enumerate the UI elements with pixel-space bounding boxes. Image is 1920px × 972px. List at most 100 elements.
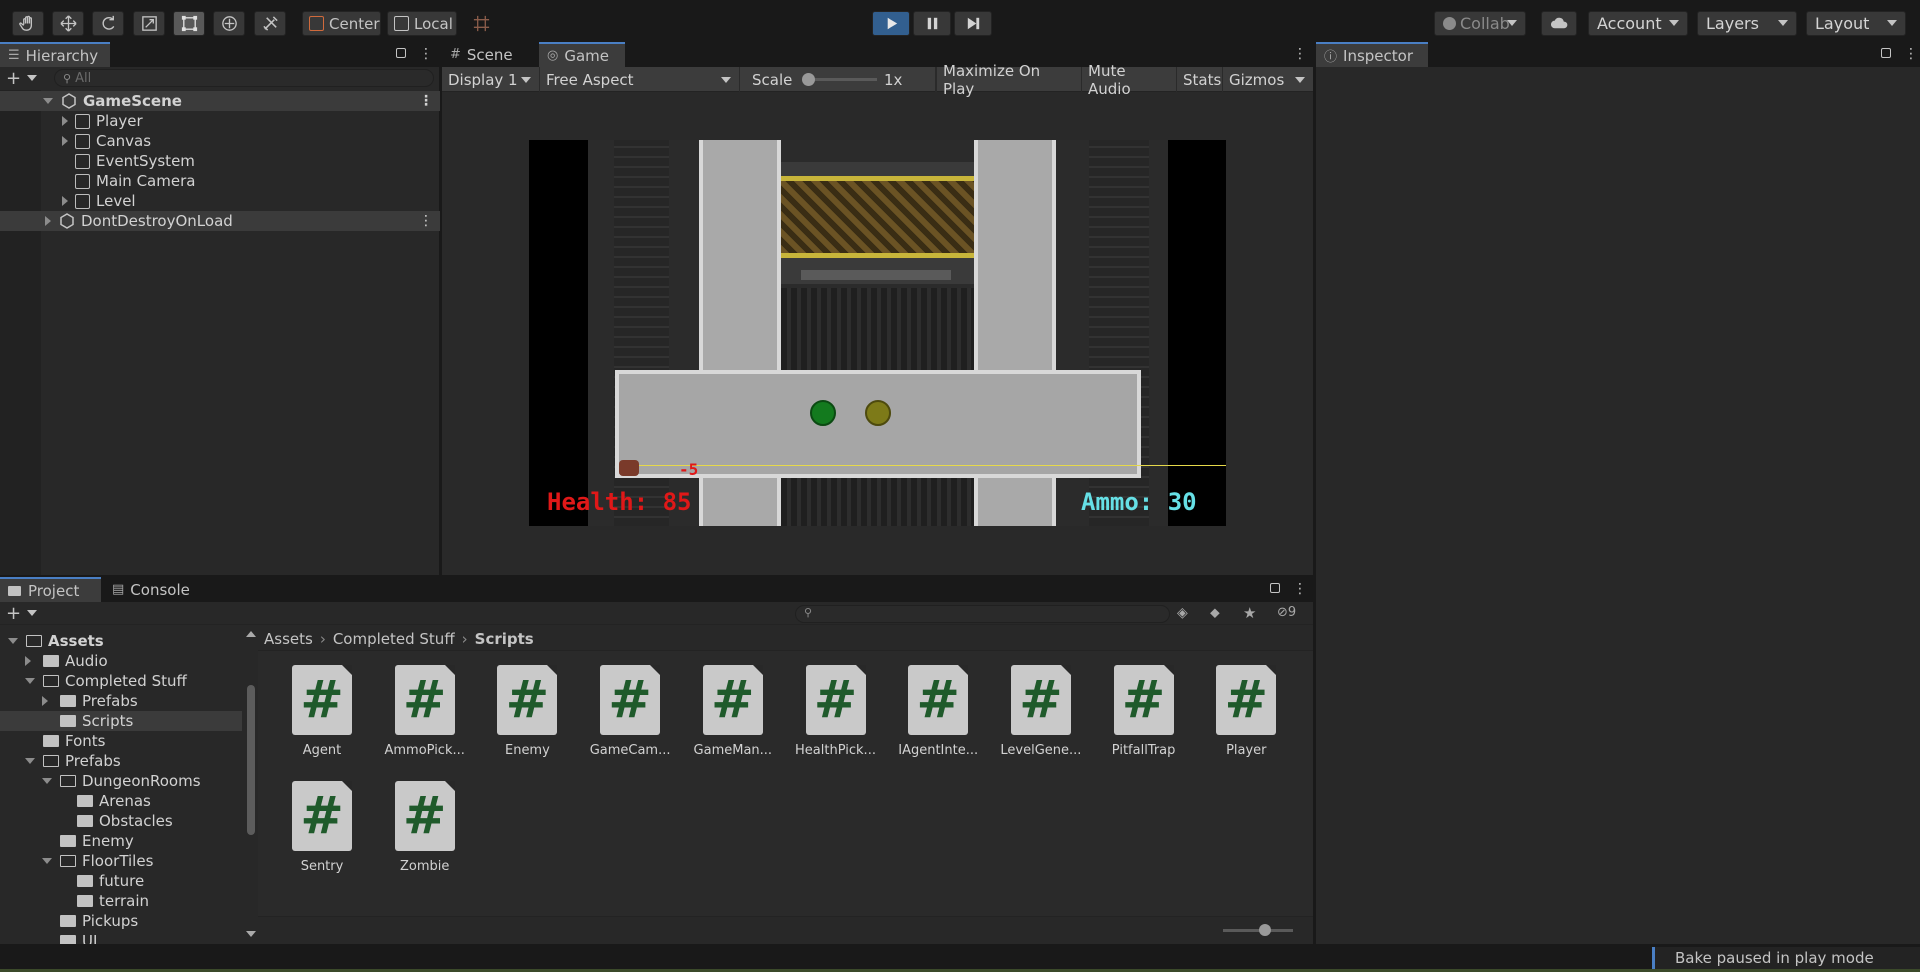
project-tree-item[interactable]: future [0, 871, 242, 891]
lock-icon[interactable] [396, 48, 406, 58]
scene-menu-icon[interactable]: ⋮ [419, 93, 433, 109]
scale-slider-thumb[interactable] [802, 73, 815, 86]
project-tree-item[interactable]: Completed Stuff [0, 671, 242, 691]
cloud-button[interactable] [1541, 11, 1577, 36]
display-dropdown[interactable]: Display 1 [442, 67, 540, 92]
project-tree-item[interactable]: Scripts [0, 711, 242, 731]
dontdestroy-row[interactable]: DontDestroyOnLoad ⋮ [0, 211, 440, 231]
game-canvas[interactable]: Health: 85 -5 Ammo: 30 [529, 140, 1226, 526]
scroll-down-icon[interactable] [246, 931, 256, 937]
project-tree-item[interactable]: terrain [0, 891, 242, 911]
tab-hierarchy[interactable]: ☰ Hierarchy [0, 42, 110, 67]
transform-tool-button[interactable] [213, 11, 245, 36]
project-tree-item[interactable]: FloorTiles [0, 851, 242, 871]
hierarchy-search-input[interactable]: ⚲ All [54, 69, 434, 87]
script-asset-tile[interactable]: # LevelGene... [996, 665, 1086, 758]
aspect-dropdown[interactable]: Free Aspect [540, 67, 740, 92]
scene-row[interactable]: GameScene ⋮ [0, 91, 440, 111]
hand-tool-button[interactable] [12, 11, 44, 36]
hierarchy-item-eventsystem[interactable]: EventSystem [0, 151, 440, 171]
custom-tool-button[interactable] [254, 11, 286, 36]
tree-arrow-slot[interactable] [25, 678, 37, 684]
tree-arrow-slot[interactable] [25, 656, 37, 666]
rotate-tool-button[interactable] [92, 11, 124, 36]
scale-slider-track[interactable] [802, 73, 877, 86]
hierarchy-item-player[interactable]: Player [0, 111, 440, 131]
tree-arrow-slot[interactable] [42, 696, 54, 706]
layout-dropdown[interactable]: Layout [1806, 11, 1906, 36]
rect-tool-button[interactable] [173, 11, 205, 36]
step-button[interactable] [954, 11, 992, 36]
hierarchy-item-main-camera[interactable]: Main Camera [0, 171, 440, 191]
tab-inspector[interactable]: ⓘ Inspector [1316, 42, 1428, 67]
script-asset-tile[interactable]: # AmmoPick... [380, 665, 470, 758]
move-tool-button[interactable] [52, 11, 84, 36]
pivot-center-button[interactable]: Center [302, 11, 381, 36]
project-tree-item[interactable]: UI [0, 931, 242, 944]
script-asset-tile[interactable]: # GameMan... [688, 665, 778, 758]
script-asset-tile[interactable]: # Player [1201, 665, 1291, 758]
project-tree-item[interactable]: DungeonRooms [0, 771, 242, 791]
scale-tool-button[interactable] [133, 11, 165, 36]
status-message-box[interactable]: Bake paused in play mode [1652, 947, 1920, 969]
script-asset-tile[interactable]: # GameCam... [585, 665, 675, 758]
pause-button[interactable] [913, 11, 951, 36]
tree-arrow-slot[interactable] [42, 858, 54, 864]
layers-dropdown[interactable]: Layers [1697, 11, 1797, 36]
hidden-packages-button[interactable]: ⊘9 [1277, 605, 1296, 620]
filter-by-label-icon[interactable]: ⬥ [1210, 605, 1220, 621]
tab-scene[interactable]: # Scene [442, 42, 538, 67]
filter-by-type-icon[interactable]: ◈ [1177, 605, 1188, 621]
tab-game[interactable]: ◎ Game [539, 42, 625, 67]
create-asset-button[interactable]: + [6, 603, 38, 624]
project-tree-item[interactable]: Audio [0, 651, 242, 671]
create-button[interactable]: + [6, 68, 38, 89]
panel-menu-icon[interactable]: ⋮ [419, 47, 433, 61]
project-search-input[interactable]: ⚲ [795, 605, 1170, 623]
project-tree-item[interactable]: Prefabs [0, 691, 242, 711]
project-tree-item[interactable]: Obstacles [0, 811, 242, 831]
tab-console[interactable]: ▤ Console [104, 577, 200, 602]
tree-scrollbar-thumb[interactable] [247, 685, 255, 835]
script-asset-tile[interactable]: # Agent [277, 665, 367, 758]
hierarchy-item-canvas[interactable]: Canvas [0, 131, 440, 151]
favorite-star-icon[interactable]: ★ [1243, 604, 1256, 622]
scroll-up-icon[interactable] [246, 631, 256, 637]
mute-audio-toggle[interactable]: Mute Audio [1082, 62, 1177, 98]
panel-menu-icon[interactable]: ⋮ [1904, 47, 1918, 61]
tree-arrow-slot[interactable] [8, 638, 20, 644]
icon-size-slider[interactable] [1223, 924, 1293, 936]
breadcrumb-completed-stuff[interactable]: Completed Stuff [333, 630, 455, 648]
space-local-button[interactable]: Local [387, 11, 457, 36]
panel-menu-icon[interactable]: ⋮ [1293, 582, 1307, 596]
script-asset-tile[interactable]: # Zombie [380, 781, 470, 874]
tree-arrow-slot[interactable] [25, 758, 37, 764]
hierarchy-item-level[interactable]: Level [0, 191, 440, 211]
breadcrumb-assets[interactable]: Assets [264, 630, 313, 648]
stats-toggle[interactable]: Stats [1177, 67, 1223, 92]
project-tree-item[interactable]: Enemy [0, 831, 242, 851]
project-tree-item[interactable]: Assets [0, 631, 242, 651]
breadcrumb-scripts[interactable]: Scripts [475, 630, 534, 648]
grid-snap-button[interactable] [467, 11, 495, 36]
project-tree-item[interactable]: Pickups [0, 911, 242, 931]
project-tree-item[interactable]: Fonts [0, 731, 242, 751]
lock-icon[interactable] [1270, 583, 1280, 593]
maximize-on-play-toggle[interactable]: Maximize On Play [936, 62, 1082, 98]
script-asset-tile[interactable]: # Sentry [277, 781, 367, 874]
play-button[interactable] [872, 11, 910, 36]
project-tree-item[interactable]: Prefabs [0, 751, 242, 771]
script-asset-tile[interactable]: # Enemy [482, 665, 572, 758]
collab-dropdown[interactable]: Collab [1434, 11, 1526, 36]
tree-scrollbar[interactable] [246, 631, 256, 941]
lock-icon[interactable] [1881, 48, 1891, 58]
tree-arrow-slot[interactable] [42, 778, 54, 784]
script-asset-tile[interactable]: # HealthPick... [791, 665, 881, 758]
script-asset-tile[interactable]: # PitfallTrap [1099, 665, 1189, 758]
script-asset-tile[interactable]: # IAgentInte... [893, 665, 983, 758]
icon-size-slider-thumb[interactable] [1259, 924, 1271, 936]
gizmos-dropdown[interactable]: Gizmos [1223, 67, 1313, 92]
project-tree-item[interactable]: Arenas [0, 791, 242, 811]
panel-menu-icon[interactable]: ⋮ [1293, 47, 1307, 61]
scene-menu-icon[interactable]: ⋮ [419, 213, 433, 229]
